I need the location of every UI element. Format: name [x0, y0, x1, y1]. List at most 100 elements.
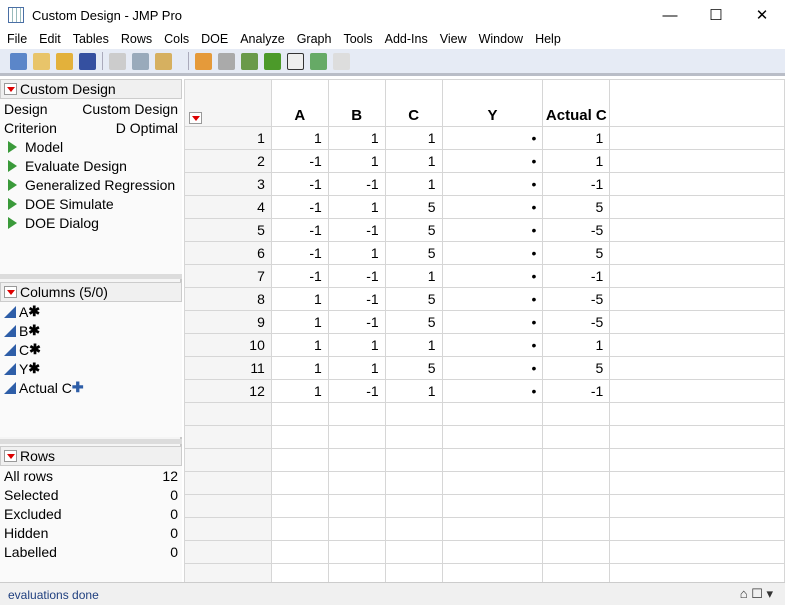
table-row[interactable]: 1 1 1 1 • 1 [184, 126, 785, 150]
row-number[interactable] [184, 540, 272, 564]
new-script-icon[interactable] [33, 52, 50, 70]
table-cell[interactable]: 5 [384, 356, 443, 380]
row-number[interactable] [184, 471, 272, 495]
column-item[interactable]: A ✱ [0, 302, 182, 321]
table-cell[interactable] [441, 471, 544, 495]
distribution-icon[interactable] [264, 52, 281, 70]
table-cell[interactable]: 1 [327, 333, 386, 357]
table-cell[interactable]: 1 [270, 287, 329, 311]
menu-graph[interactable]: Graph [291, 30, 338, 49]
table-cell[interactable] [542, 425, 611, 449]
table-row[interactable] [184, 517, 785, 541]
minimize-button[interactable]: — [647, 0, 693, 30]
table-cell[interactable]: 5 [384, 241, 443, 265]
calculator-icon[interactable] [218, 52, 235, 70]
paste-icon[interactable] [155, 52, 172, 70]
column-item[interactable]: C ✱ [0, 340, 182, 359]
table-cell[interactable]: 5 [384, 310, 443, 334]
fit-model-icon[interactable] [310, 52, 327, 70]
table-cell[interactable]: -1 [327, 310, 386, 334]
table-row[interactable]: 5 -1 -1 5 • -5 [184, 218, 785, 242]
table-row[interactable]: 8 1 -1 5 • -5 [184, 287, 785, 311]
menu-help[interactable]: Help [529, 30, 567, 49]
table-cell[interactable]: -1 [542, 172, 611, 196]
row-number[interactable]: 11 [184, 356, 272, 380]
table-row[interactable]: 3 -1 -1 1 • -1 [184, 172, 785, 196]
script-item[interactable]: DOE Simulate [0, 194, 182, 213]
table-cell[interactable] [441, 425, 544, 449]
table-cell[interactable]: • [441, 149, 544, 173]
table-cell[interactable] [327, 425, 386, 449]
new-data-table-icon[interactable] [10, 52, 27, 70]
table-cell[interactable] [542, 517, 611, 541]
disclosure-triangle-icon[interactable] [8, 140, 17, 153]
table-cell[interactable]: 5 [384, 287, 443, 311]
row-number[interactable] [184, 517, 272, 541]
table-cell[interactable] [270, 402, 329, 426]
maximize-button[interactable]: ☐ [693, 0, 739, 30]
menu-window[interactable]: Window [473, 30, 529, 49]
table-cell[interactable] [327, 517, 386, 541]
table-cell[interactable]: • [441, 264, 544, 288]
table-cell[interactable]: 1 [270, 310, 329, 334]
table-cell[interactable]: -1 [327, 172, 386, 196]
table-row[interactable]: 12 1 -1 1 • -1 [184, 379, 785, 403]
table-cell[interactable]: -5 [542, 310, 611, 334]
table-cell[interactable]: -1 [270, 264, 329, 288]
table-cell[interactable] [384, 540, 443, 564]
table-cell[interactable]: • [441, 333, 544, 357]
table-cell[interactable]: 1 [384, 333, 443, 357]
table-cell[interactable]: 1 [384, 149, 443, 173]
menu-doe[interactable]: DOE [195, 30, 234, 49]
table-row[interactable]: 6 -1 1 5 • 5 [184, 241, 785, 265]
script-item[interactable]: Evaluate Design [0, 156, 182, 175]
table-cell[interactable] [441, 402, 544, 426]
menu-file[interactable]: File [0, 30, 33, 49]
table-cell[interactable]: -1 [270, 218, 329, 242]
table-row[interactable]: 7 -1 -1 1 • -1 [184, 264, 785, 288]
save-icon[interactable] [79, 52, 96, 70]
red-triangle-menu-icon[interactable] [4, 83, 17, 95]
home-icon[interactable]: ⌂ ☐ ▾ [740, 586, 773, 602]
menu-add-ins[interactable]: Add-Ins [379, 30, 434, 49]
fit-y-by-x-icon[interactable] [287, 52, 304, 70]
table-row[interactable]: 9 1 -1 5 • -5 [184, 310, 785, 334]
menu-analyze[interactable]: Analyze [234, 30, 290, 49]
table-cell[interactable] [441, 540, 544, 564]
table-cell[interactable] [327, 494, 386, 518]
table-cell[interactable] [384, 402, 443, 426]
copy-icon[interactable] [132, 52, 149, 70]
data-table-view-icon[interactable] [195, 52, 212, 70]
table-cell[interactable]: -1 [270, 241, 329, 265]
table-cell[interactable]: • [441, 287, 544, 311]
table-cell[interactable]: -1 [270, 149, 329, 173]
table-row[interactable] [184, 448, 785, 472]
column-item[interactable]: B ✱ [0, 321, 182, 340]
table-cell[interactable]: • [441, 195, 544, 219]
table-cell[interactable] [542, 494, 611, 518]
table-cell[interactable]: 1 [542, 333, 611, 357]
grid-icon[interactable] [241, 52, 258, 70]
table-row[interactable]: 2 -1 1 1 • 1 [184, 149, 785, 173]
table-cell[interactable]: 1 [327, 356, 386, 380]
table-cell[interactable]: -1 [327, 264, 386, 288]
table-cell[interactable] [384, 471, 443, 495]
table-cell[interactable]: -1 [327, 287, 386, 311]
table-cell[interactable]: 1 [384, 172, 443, 196]
menu-cols[interactable]: Cols [158, 30, 195, 49]
red-triangle-menu-icon[interactable] [4, 450, 17, 462]
table-cell[interactable] [384, 517, 443, 541]
table-cell[interactable] [384, 425, 443, 449]
column-header-b[interactable]: B [327, 79, 386, 127]
menu-view[interactable]: View [434, 30, 473, 49]
table-row[interactable]: 11 1 1 5 • 5 [184, 356, 785, 380]
edit-icon[interactable] [333, 52, 350, 70]
column-header-c[interactable]: C [384, 79, 443, 127]
script-item[interactable]: DOE Dialog [0, 213, 182, 232]
table-cell[interactable]: -5 [542, 287, 611, 311]
table-cell[interactable]: • [441, 310, 544, 334]
design-panel-header[interactable]: Custom Design [0, 79, 182, 99]
table-cell[interactable]: • [441, 356, 544, 380]
table-cell[interactable] [270, 517, 329, 541]
script-item[interactable]: Model [0, 137, 182, 156]
